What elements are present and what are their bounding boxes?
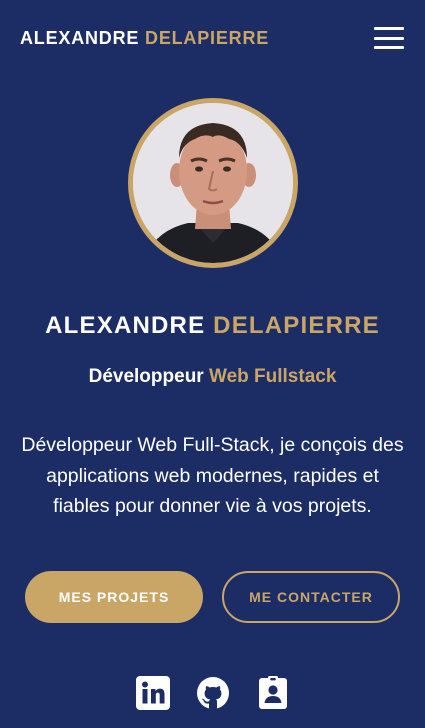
menu-bar (374, 36, 404, 40)
hero-name: ALEXANDRE DELAPIERRE (0, 312, 425, 340)
brand-logo[interactable]: ALEXANDRE DELAPIERRE (20, 28, 269, 49)
top-navbar: ALEXANDRE DELAPIERRE (0, 0, 425, 76)
menu-bar (374, 27, 404, 30)
hero-role: Développeur Web Fullstack (0, 366, 425, 388)
hero-last-name: DELAPIERRE (213, 312, 380, 339)
linkedin-icon[interactable] (135, 676, 170, 710)
role-highlight: Web Fullstack (208, 366, 337, 387)
contact-card-icon[interactable] (256, 676, 290, 710)
github-icon[interactable] (196, 676, 230, 710)
brand-last-name: DELAPIERRE (145, 27, 270, 48)
social-links (0, 676, 425, 710)
profile-photo (133, 103, 293, 263)
brand-first-name: ALEXANDRE (20, 27, 140, 48)
profile-avatar (128, 98, 298, 268)
role-prefix: Développeur (88, 366, 204, 387)
hero-description: Développeur Web Full-Stack, je conçois d… (21, 434, 404, 517)
hamburger-menu-icon[interactable] (374, 27, 404, 49)
projects-button[interactable]: MES PROJETS (25, 571, 203, 623)
portfolio-page: ALEXANDRE DELAPIERRE ALEXANDRE DELAPIERR… (0, 0, 425, 728)
menu-bar (374, 46, 404, 49)
contact-button[interactable]: ME CONTACTER (222, 571, 400, 623)
hero-first-name: ALEXANDRE (45, 312, 206, 339)
